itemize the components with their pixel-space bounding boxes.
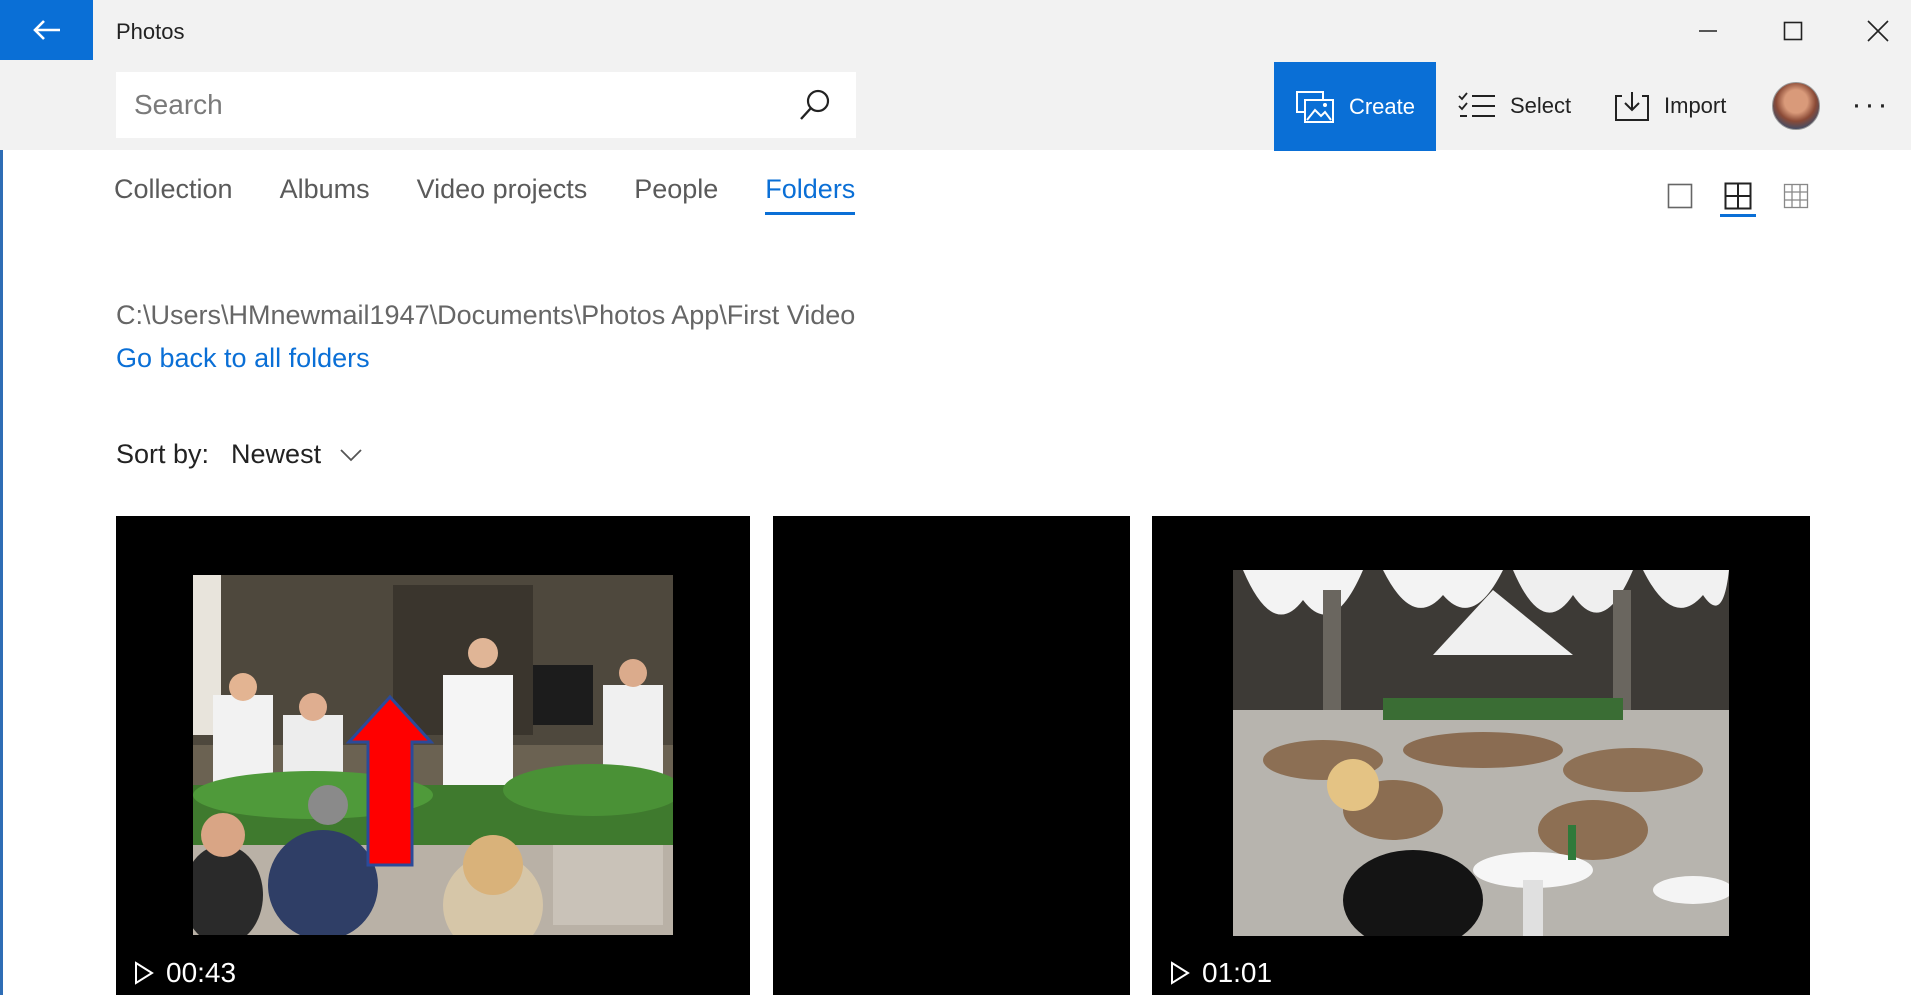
create-label: Create — [1348, 93, 1416, 119]
photos-app-window: Photos Create Select Import ··· — [0, 0, 1911, 995]
video-tile[interactable]: 00:43 — [116, 516, 750, 995]
tab-collection[interactable]: Collection — [114, 174, 233, 211]
minimize-button[interactable] — [1680, 6, 1736, 56]
video-thumbnail-musicians — [193, 575, 673, 935]
duration-text: 01:01 — [1202, 957, 1273, 988]
app-title: Photos — [116, 19, 185, 44]
large-tile-icon — [1667, 183, 1693, 209]
play-icon — [135, 961, 154, 985]
tab-folders[interactable]: Folders — [765, 174, 856, 215]
duration-text: 00:43 — [166, 957, 237, 988]
video-tile[interactable]: 01:01 — [1152, 516, 1810, 995]
video-duration: 01:01 — [1170, 957, 1272, 989]
chevron-down-icon[interactable] — [339, 448, 363, 462]
video-thumbnail-cafe-square — [1233, 570, 1729, 936]
nav-tabs: Collection Albums Video projects People … — [114, 174, 902, 215]
more-options-button[interactable]: ··· — [1846, 82, 1896, 128]
video-tile-blank[interactable] — [773, 516, 1130, 995]
select-button[interactable]: Select — [1458, 62, 1571, 150]
maximize-button[interactable] — [1765, 6, 1821, 56]
command-bar: Create Select Import ··· — [0, 62, 1911, 151]
title-bar: Photos — [0, 0, 1911, 62]
medium-grid-icon — [1724, 182, 1752, 210]
video-duration: 00:43 — [134, 957, 236, 989]
import-icon — [1615, 92, 1649, 121]
sort-label: Sort by: — [116, 439, 210, 469]
maximize-icon — [1783, 21, 1803, 41]
back-button[interactable] — [0, 0, 93, 60]
search-input[interactable] — [134, 82, 774, 128]
back-arrow-icon — [32, 20, 60, 40]
create-button[interactable]: Create — [1274, 62, 1436, 151]
tab-video-projects[interactable]: Video projects — [417, 174, 588, 211]
tab-albums[interactable]: Albums — [280, 174, 370, 211]
close-button[interactable] — [1850, 6, 1906, 56]
view-small-button[interactable] — [1776, 176, 1816, 216]
view-active-indicator — [1720, 214, 1756, 217]
folder-path: C:\Users\HMnewmail1947\Documents\Photos … — [116, 300, 856, 330]
minimize-icon — [1699, 30, 1717, 32]
import-button[interactable]: Import — [1614, 62, 1726, 150]
search-box[interactable] — [116, 72, 856, 138]
view-large-button[interactable] — [1660, 176, 1700, 216]
back-to-folders-link[interactable]: Go back to all folders — [116, 343, 370, 374]
sort-dropdown[interactable]: Newest — [231, 439, 321, 470]
small-grid-icon — [1783, 183, 1809, 209]
create-icon — [1295, 90, 1334, 123]
select-list-icon — [1458, 92, 1495, 117]
import-label: Import — [1664, 93, 1727, 118]
search-icon[interactable] — [796, 86, 834, 124]
user-avatar[interactable] — [1772, 82, 1820, 130]
sort-control: Sort by: Newest — [116, 439, 363, 470]
close-icon — [1867, 20, 1889, 42]
tab-people[interactable]: People — [634, 174, 718, 211]
select-label: Select — [1510, 93, 1572, 118]
view-medium-button[interactable] — [1718, 176, 1758, 216]
play-icon — [1171, 961, 1190, 985]
